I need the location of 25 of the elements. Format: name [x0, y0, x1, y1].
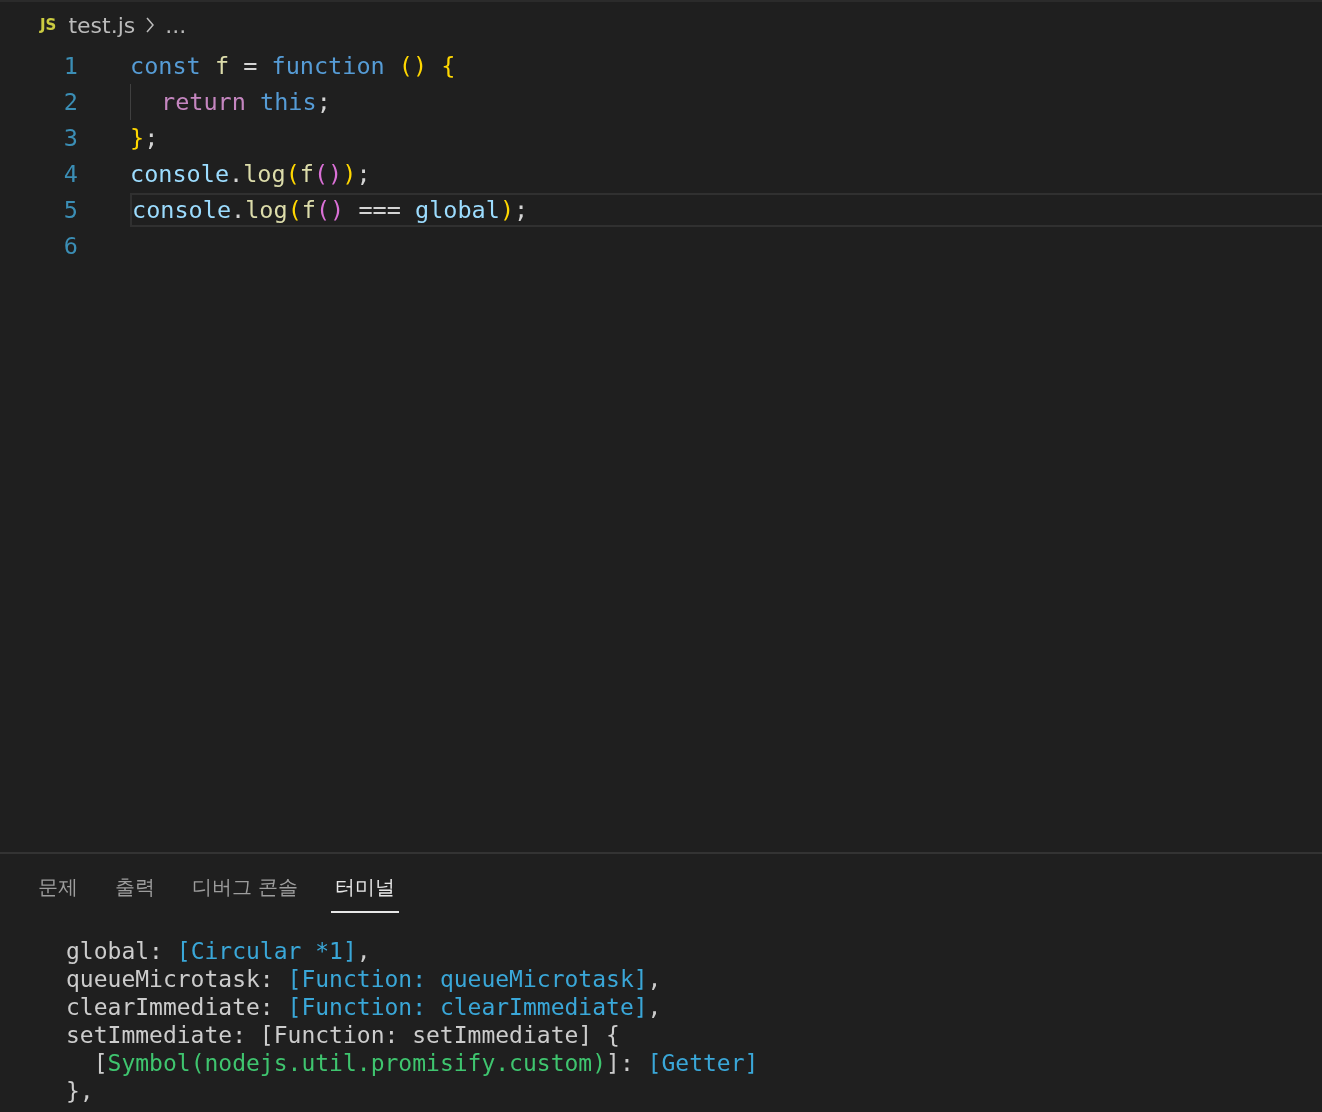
line-number: 2 [62, 88, 78, 116]
terminal-line: queueMicrotask: [Function: queueMicrotask], [66, 965, 663, 993]
line-number: 3 [62, 124, 78, 152]
panel-tab[interactable]: 출력 [111, 870, 159, 913]
terminal-line: }, [66, 1077, 95, 1105]
terminal-line: setImmediate: [Function: setImmediate] { [66, 1021, 621, 1049]
panel-tab[interactable]: 디버그 콘솔 [188, 870, 303, 913]
code-line: return this; [130, 85, 1322, 119]
line-number: 4 [62, 160, 78, 188]
chevron-right-icon [145, 16, 156, 34]
javascript-file-icon: JS [40, 16, 57, 34]
code-line: const f = function () { [130, 51, 457, 82]
code-line: }; [130, 123, 160, 154]
panel-tab[interactable]: 터미널 [331, 870, 400, 913]
panel-tab[interactable]: 문제 [34, 870, 82, 913]
breadcrumb-more[interactable]: ... [165, 12, 187, 38]
terminal-line: global: [Circular *1], [66, 937, 372, 965]
line-number: 6 [62, 232, 78, 260]
line-number: 1 [62, 52, 78, 80]
line-number: 5 [62, 196, 78, 224]
terminal-line: clearImmediate: [Function: clearImmediate], [66, 993, 663, 1021]
breadcrumb-file[interactable]: test.js [68, 12, 136, 38]
code-line: console.log(f() === global); [130, 193, 1322, 227]
code-line: console.log(f()); [130, 159, 372, 190]
terminal-line: [Symbol(nodejs.util.promisify.custom)]: [Getter] [92, 1049, 760, 1077]
